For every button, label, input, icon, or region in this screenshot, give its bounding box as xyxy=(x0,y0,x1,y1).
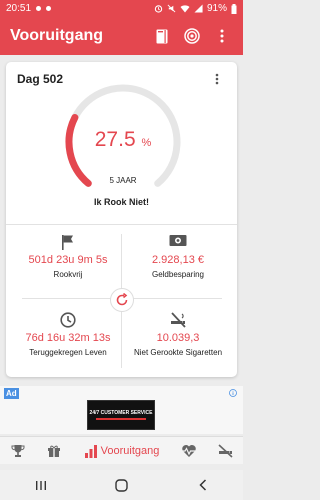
stat-smoke-free: 501d 23u 9m 5s Rookvrij xyxy=(14,234,122,281)
system-navigation xyxy=(0,470,243,500)
back-icon xyxy=(198,479,206,491)
money-saved-label: Geldbesparing xyxy=(151,270,205,279)
mute-icon xyxy=(167,4,176,13)
recent-apps-button[interactable] xyxy=(26,475,56,495)
nav-achievements[interactable] xyxy=(0,439,36,463)
no-smoking-icon xyxy=(217,443,233,458)
nav-progress[interactable]: Vooruitgang xyxy=(72,439,171,463)
no-smoking-icon xyxy=(171,312,186,328)
more-vertical-icon xyxy=(220,29,224,43)
bottom-navigation: Vooruitgang xyxy=(0,436,243,464)
card-menu-button[interactable] xyxy=(215,72,225,86)
smoke-free-label: Rookvrij xyxy=(53,270,83,279)
card-divider xyxy=(6,224,237,225)
nav-rewards[interactable] xyxy=(36,439,72,463)
overflow-menu-button[interactable] xyxy=(211,25,233,47)
nav-progress-label: Vooruitgang xyxy=(100,444,160,457)
target-icon xyxy=(184,28,200,44)
progress-unit: % xyxy=(141,137,152,149)
home-icon xyxy=(115,478,128,492)
money-icon xyxy=(169,235,187,246)
home-button[interactable] xyxy=(107,475,137,495)
clock-icon xyxy=(60,312,76,328)
not-smoked-label: Niet Gerookte Sigaretten xyxy=(133,348,223,357)
heartbeat-icon xyxy=(181,444,197,457)
notification-icon xyxy=(46,6,52,11)
more-vertical-icon xyxy=(215,73,219,85)
ad-banner-text: 24/7 CUSTOMER SERVICE xyxy=(89,410,153,416)
alarm-icon xyxy=(154,5,163,13)
journal-button[interactable] xyxy=(151,25,173,47)
notification-icon xyxy=(36,6,42,11)
app-title: Vooruitgang xyxy=(10,27,104,44)
journal-icon xyxy=(156,29,168,43)
progress-percentage: 27.5 % xyxy=(61,128,185,152)
status-bar: 20:51 91% xyxy=(0,0,243,17)
flag-icon xyxy=(62,235,73,250)
recent-apps-icon xyxy=(35,480,46,490)
status-time: 20:51 xyxy=(6,3,32,14)
progress-card: Dag 502 27.5 % 5 JAAR Ik Rook Niet! 501d… xyxy=(6,62,237,377)
ad-info-icon[interactable] xyxy=(229,389,237,397)
refresh-button[interactable] xyxy=(110,288,134,312)
day-counter: Dag 502 xyxy=(17,72,64,86)
app-bar: Vooruitgang xyxy=(0,17,243,55)
nav-cravings[interactable] xyxy=(207,439,243,463)
back-button[interactable] xyxy=(188,475,218,495)
battery-percent: 91% xyxy=(206,3,227,14)
quit-message: Ik Rook Niet! xyxy=(93,197,149,207)
ad-banner-stripe xyxy=(96,418,146,420)
stat-life-regained: 76d 16u 32m 13s Teruggekregen Leven xyxy=(14,312,122,359)
battery-icon xyxy=(231,3,237,14)
wifi-icon xyxy=(180,5,190,13)
ad-banner[interactable]: 24/7 CUSTOMER SERVICE xyxy=(87,400,155,430)
life-regained-value: 76d 16u 32m 13s xyxy=(25,332,111,344)
not-smoked-value: 10.039,3 xyxy=(156,332,200,344)
stat-not-smoked: 10.039,3 Niet Gerookte Sigaretten xyxy=(124,312,232,359)
progress-chart-icon xyxy=(84,444,97,458)
ad-badge: Ad xyxy=(4,388,19,399)
goals-button[interactable] xyxy=(181,25,203,47)
stat-money-saved: 2.928,13 € Geldbesparing xyxy=(124,234,232,281)
life-regained-label: Teruggekregen Leven xyxy=(29,348,107,357)
gift-icon xyxy=(48,445,60,457)
progress-value: 27.5 xyxy=(94,128,136,151)
trophy-icon xyxy=(11,444,25,457)
refresh-icon xyxy=(116,293,128,306)
smoke-free-value: 501d 23u 9m 5s xyxy=(28,254,108,266)
signal-icon xyxy=(194,4,203,13)
goal-duration: 5 JAAR xyxy=(109,176,137,185)
nav-health[interactable] xyxy=(171,439,207,463)
money-saved-value: 2.928,13 € xyxy=(152,254,204,266)
